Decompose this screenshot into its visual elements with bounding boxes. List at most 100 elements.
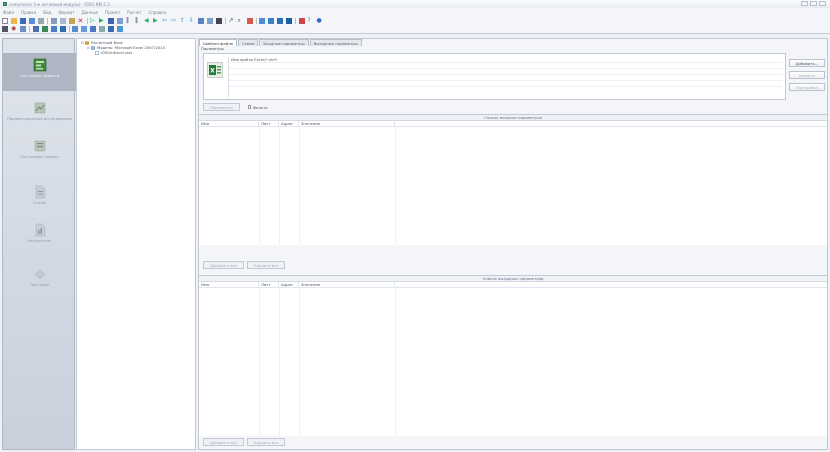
- pause-alt-icon[interactable]: ‖: [135, 17, 141, 24]
- arrow-down-icon[interactable]: ⇩: [189, 17, 195, 24]
- checkbox-box[interactable]: [247, 105, 252, 109]
- input-params-table[interactable]: [199, 127, 827, 245]
- binoculars-icon[interactable]: [2, 26, 8, 32]
- filter-icon[interactable]: [41, 26, 48, 32]
- pause-icon[interactable]: ‖: [126, 17, 132, 24]
- pin-icon[interactable]: [20, 26, 26, 32]
- menu-help[interactable]: Справка: [149, 10, 167, 15]
- tab-input-params[interactable]: Входные параметры: [259, 39, 309, 46]
- excel-file-icon: [95, 50, 99, 55]
- calc-block-icon: [85, 40, 90, 45]
- tab-schema[interactable]: Схема: [237, 39, 259, 46]
- column-header-name[interactable]: Имя: [199, 282, 259, 287]
- new-icon[interactable]: [2, 17, 8, 24]
- paste-icon[interactable]: [68, 17, 75, 24]
- menu-file[interactable]: Файл: [3, 10, 14, 15]
- problem-setup-icon: [34, 140, 45, 152]
- graph-alt-icon[interactable]: [81, 26, 87, 32]
- menu-view[interactable]: Вид: [43, 10, 51, 15]
- split-icon[interactable]: [216, 17, 222, 24]
- run-icon[interactable]: ▷: [90, 17, 96, 24]
- forward-icon[interactable]: ▶: [153, 17, 159, 24]
- close-button[interactable]: [819, 1, 826, 6]
- stop-icon[interactable]: [108, 17, 114, 24]
- calendar-icon[interactable]: [286, 17, 292, 24]
- excel-file-list[interactable]: Имя файла Excel(*.xls*): [228, 57, 783, 97]
- tree-item-excel-file[interactable]: IOSOmExcel.xlsx: [95, 50, 133, 55]
- svg-text:X: X: [210, 68, 215, 75]
- expand-toggle[interactable]: ⊟: [87, 46, 90, 50]
- column-header-address[interactable]: Адрес: [279, 282, 299, 287]
- nav-item-project-settings[interactable]: Настройка проекта: [3, 53, 76, 91]
- help-icon[interactable]: ?: [308, 17, 314, 24]
- bar-chart-icon[interactable]: [268, 17, 274, 24]
- grid-view-icon[interactable]: [108, 26, 114, 32]
- copy-icon[interactable]: [59, 17, 66, 24]
- file-list-row[interactable]: [229, 86, 783, 92]
- area-chart-icon[interactable]: [277, 17, 283, 24]
- column-header-sheet[interactable]: Лист: [259, 121, 279, 126]
- parametric-study-icon: [34, 102, 45, 114]
- target-icon[interactable]: ◉: [11, 26, 17, 32]
- parameters-button[interactable]: Параметры: [203, 103, 240, 111]
- settings-icon[interactable]: [298, 17, 305, 24]
- menu-format[interactable]: Формат: [58, 10, 74, 15]
- pointer-icon[interactable]: ↗: [229, 17, 235, 24]
- filter-checkbox[interactable]: Фильтр: [247, 105, 268, 110]
- output-delete-all-button[interactable]: Удалить все: [246, 438, 286, 446]
- column-header-address[interactable]: Адрес: [279, 121, 299, 126]
- grid-icon[interactable]: [198, 17, 204, 24]
- open-icon[interactable]: [11, 17, 17, 24]
- run-all-icon[interactable]: ▶: [99, 17, 105, 24]
- menu-edit[interactable]: Правка: [21, 10, 36, 15]
- nav-item-parametric-study[interactable]: Параметрическое исследование: [3, 101, 76, 122]
- zoom-icon[interactable]: ⌕: [238, 17, 244, 24]
- nav-item-problem-setup[interactable]: Постановка задачи: [3, 139, 76, 160]
- info-icon[interactable]: ●: [317, 17, 323, 24]
- save-icon[interactable]: [20, 17, 26, 24]
- output-params-table[interactable]: [199, 288, 827, 436]
- expand-toggle[interactable]: ⊟: [81, 41, 84, 45]
- delete-icon[interactable]: ✕: [78, 17, 84, 24]
- maximize-button[interactable]: [810, 1, 817, 6]
- main-toolbar: ✕ ▷ ▶ ‖ ‖ ◀ ▶ ⇦ ⇨ ⇧ ⇩ ↗ ⌕ ? ●: [0, 16, 830, 25]
- window-icon[interactable]: [117, 26, 123, 32]
- menu-calc[interactable]: Расчет: [127, 10, 141, 15]
- sort-icon[interactable]: [50, 26, 57, 32]
- tab-file-template[interactable]: Шаблон файла: [199, 39, 237, 46]
- input-add-all-button[interactable]: Добавить все: [203, 261, 244, 269]
- table-icon[interactable]: [207, 17, 213, 24]
- export-icon[interactable]: [59, 26, 66, 32]
- menu-project[interactable]: Проект: [105, 10, 120, 15]
- arrow-right-icon[interactable]: ⇨: [171, 17, 177, 24]
- output-add-all-button[interactable]: Добавить все: [203, 438, 244, 446]
- print-icon[interactable]: [38, 17, 44, 24]
- line-chart-icon[interactable]: [259, 17, 265, 24]
- save-as-icon[interactable]: [29, 17, 35, 24]
- input-delete-all-button[interactable]: Удалить все: [246, 261, 286, 269]
- delete-button[interactable]: Удалить: [789, 71, 825, 79]
- add-button[interactable]: Добавить...: [789, 59, 825, 67]
- back-icon[interactable]: ◀: [144, 17, 150, 24]
- graph-icon[interactable]: [72, 26, 78, 32]
- step-icon[interactable]: [117, 17, 123, 24]
- arrow-up-icon[interactable]: ⇧: [180, 17, 186, 24]
- nav-item-protocol[interactable]: Протокол: [3, 267, 76, 288]
- column-header-sheet[interactable]: Лист: [259, 282, 279, 287]
- scale-icon[interactable]: [99, 26, 105, 32]
- column-header-name[interactable]: Имя: [199, 121, 259, 126]
- column-divider: [395, 127, 396, 245]
- curve-icon[interactable]: [90, 26, 96, 32]
- nav-item-results[interactable]: Результаты: [3, 223, 76, 244]
- tab-output-params[interactable]: Выходные параметры: [309, 39, 362, 46]
- minimize-button[interactable]: [801, 1, 808, 6]
- cut-icon[interactable]: [50, 17, 57, 24]
- nav-item-walls[interactable]: Стены: [3, 185, 76, 206]
- list-icon[interactable]: [32, 26, 39, 32]
- arrow-left-icon[interactable]: ⇦: [162, 17, 168, 24]
- column-header-value[interactable]: Значение: [299, 282, 395, 287]
- chart-icon[interactable]: [246, 17, 253, 24]
- settings-button[interactable]: Настройка: [789, 83, 825, 91]
- menu-data[interactable]: Данные: [82, 10, 98, 15]
- column-header-value[interactable]: Значение: [299, 121, 395, 126]
